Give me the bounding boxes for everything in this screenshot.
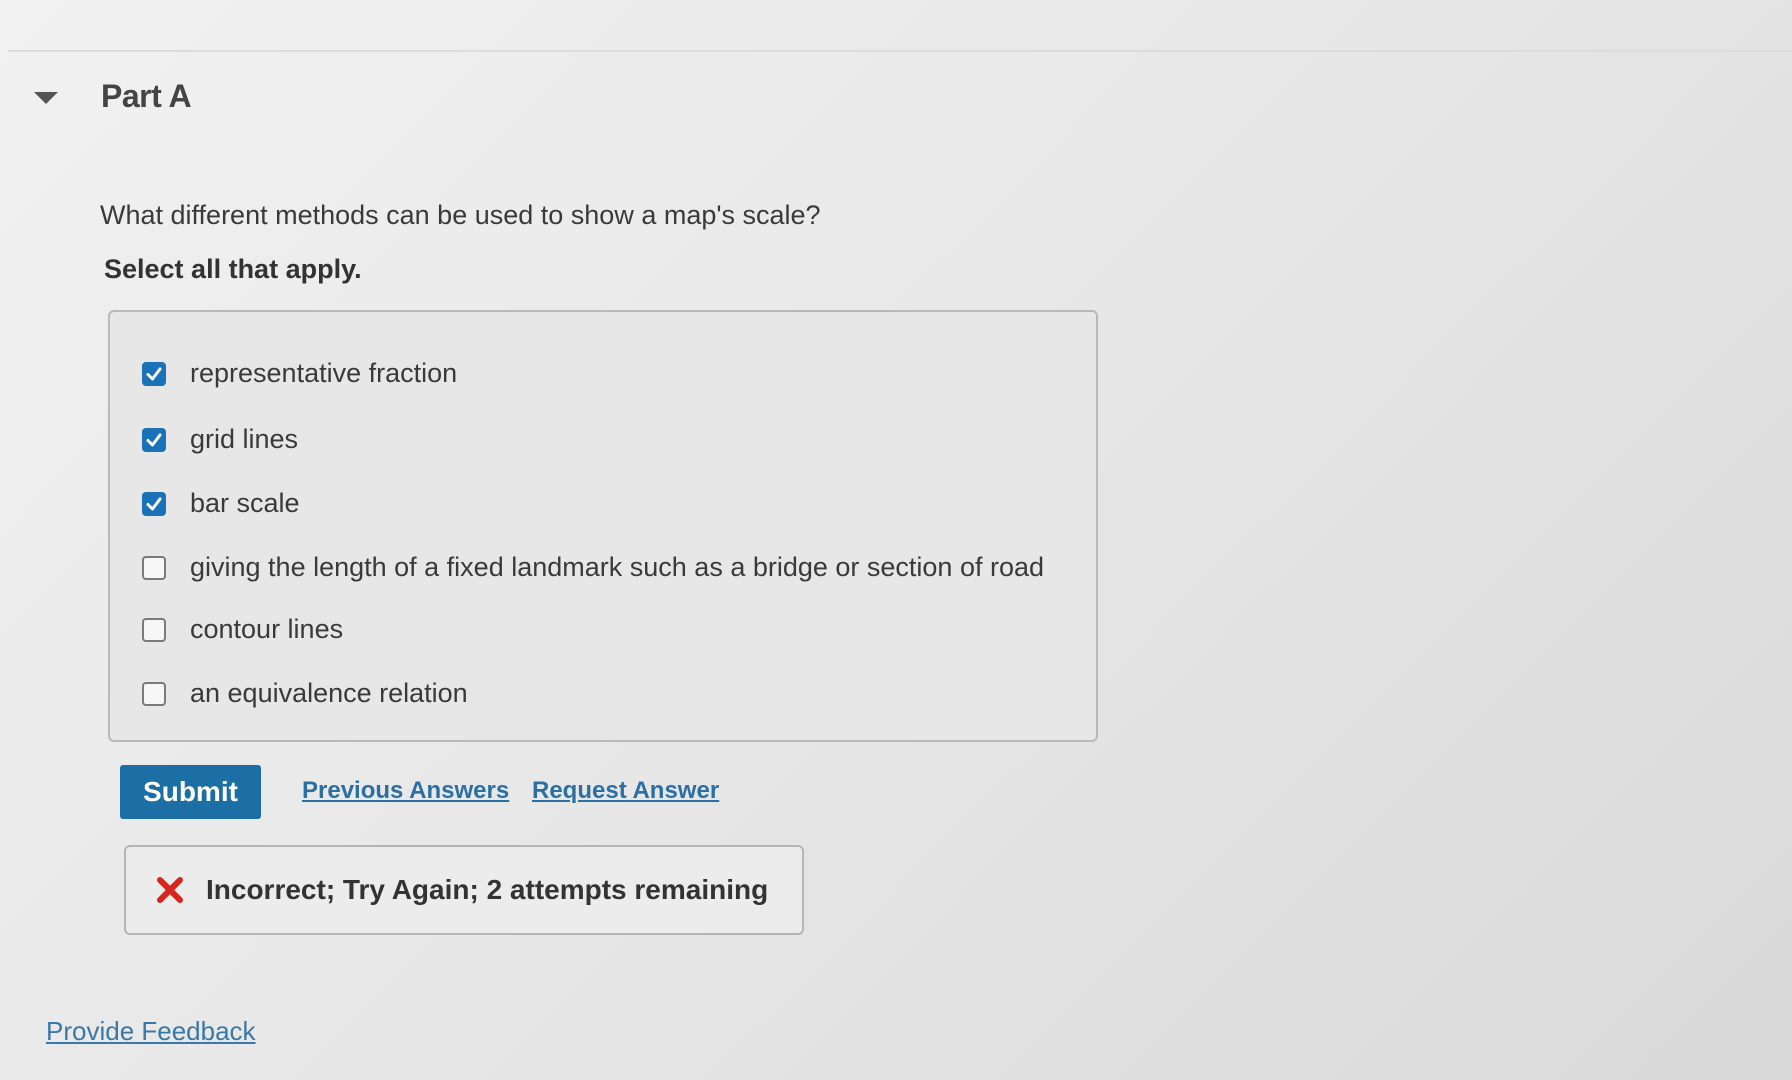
question-prompt: What different methods can be used to sh… xyxy=(100,200,821,230)
option-fixed-landmark[interactable]: giving the length of a fixed landmark su… xyxy=(142,552,1044,583)
option-equivalence-relation[interactable]: an equivalence relation xyxy=(142,678,468,709)
checkbox-checked[interactable] xyxy=(142,491,166,516)
option-label: bar scale xyxy=(190,488,300,518)
option-label: grid lines xyxy=(190,424,299,454)
option-grid-lines[interactable]: grid lines xyxy=(142,424,298,455)
option-label: an equivalence relation xyxy=(190,678,468,708)
options-box: representative fraction grid lines bar s… xyxy=(108,310,1098,742)
part-title: Part A xyxy=(101,78,192,114)
option-representative-fraction[interactable]: representative fraction xyxy=(142,358,457,389)
checkbox-unchecked[interactable] xyxy=(142,617,166,642)
checkmark-icon xyxy=(146,433,162,446)
checkbox-unchecked[interactable] xyxy=(142,681,166,706)
feedback-message: Incorrect; Try Again; 2 attempts remaini… xyxy=(206,874,769,905)
part-header: Part A xyxy=(34,78,192,115)
checkmark-icon xyxy=(146,367,162,380)
x-mark-icon xyxy=(157,877,183,903)
checkbox-unchecked[interactable] xyxy=(142,555,166,580)
previous-answers-link[interactable]: Previous Answers xyxy=(302,777,509,805)
provide-feedback-link[interactable]: Provide Feedback xyxy=(46,1016,256,1047)
feedback-box: Incorrect; Try Again; 2 attempts remaini… xyxy=(124,845,804,935)
option-label: representative fraction xyxy=(190,358,458,388)
option-label: giving the length of a fixed landmark su… xyxy=(190,552,1045,582)
top-divider xyxy=(8,50,1792,52)
caret-down-icon[interactable] xyxy=(34,91,58,104)
option-label: contour lines xyxy=(190,614,344,644)
checkbox-checked[interactable] xyxy=(142,427,166,452)
checkbox-checked[interactable] xyxy=(142,361,166,386)
option-bar-scale[interactable]: bar scale xyxy=(142,488,300,519)
submit-button[interactable]: Submit xyxy=(120,765,261,819)
checkmark-icon xyxy=(146,497,162,510)
question-instruction: Select all that apply. xyxy=(104,254,362,284)
option-contour-lines[interactable]: contour lines xyxy=(142,614,343,645)
request-answer-link[interactable]: Request Answer xyxy=(532,777,719,805)
